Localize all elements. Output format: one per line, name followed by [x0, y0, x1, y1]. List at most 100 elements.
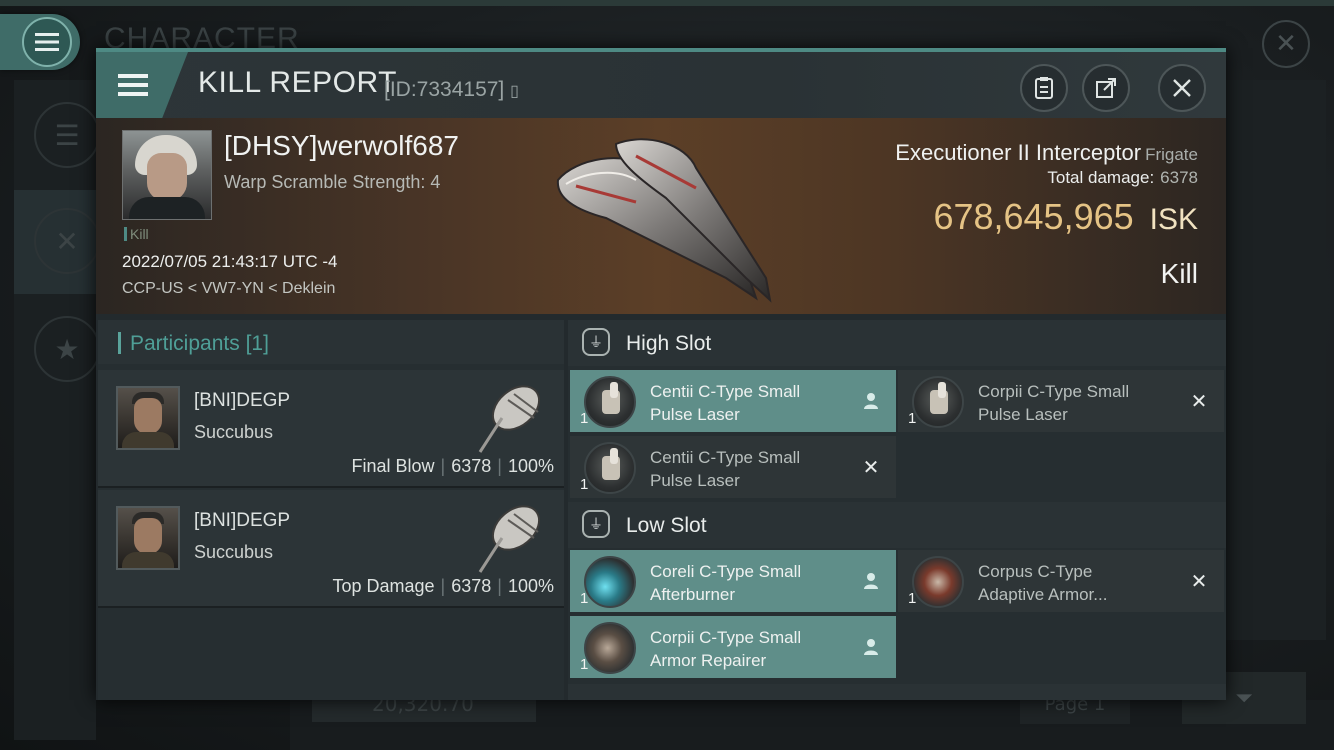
stat-separator: | [440, 456, 446, 476]
participant-row[interactable]: [BNI]DEGP Succubus Final Blow | 6378 | 100% [98, 370, 564, 488]
clipboard-button[interactable] [1020, 64, 1068, 112]
clipboard-icon [1035, 77, 1053, 99]
module-name-line2: Armor Repairer [650, 651, 767, 670]
background-combat-icon[interactable]: ✕ [34, 208, 100, 274]
result-label: Kill [1160, 258, 1198, 289]
pulse-laser-icon [584, 442, 636, 494]
background-sidebar [14, 80, 96, 740]
module-name: Corpii C-Type Small Armor Repairer [650, 626, 850, 672]
participant-percent: 100% [507, 456, 554, 476]
pulse-laser-icon [912, 376, 964, 428]
module-item[interactable]: 1 Corpus C-Type Adaptive Armor... ✕ [898, 550, 1224, 612]
low-slot-title: Low Slot [626, 514, 707, 537]
participant-name[interactable]: [BNI]DEGP [194, 390, 290, 412]
kill-report-id-text: [ID:7334157] [384, 78, 505, 101]
close-button[interactable] [1158, 64, 1206, 112]
close-icon [1173, 79, 1191, 97]
adaptive-armor-icon [912, 556, 964, 608]
module-item[interactable]: 1 Coreli C-Type Small Afterburner [570, 550, 896, 612]
module-name-line2: Pulse Laser [978, 405, 1068, 424]
module-name: Centii C-Type Small Pulse Laser [650, 446, 850, 492]
participants-header-bar [118, 332, 121, 354]
share-icon [1096, 78, 1116, 98]
victim-banner: [DHSY]werwolf687 Warp Scramble Strength:… [96, 118, 1226, 314]
participant-stats: Top Damage | 6378 | 100% [332, 576, 554, 597]
participant-ship-image[interactable] [468, 374, 552, 458]
module-name: Corpus C-Type Adaptive Armor... [978, 560, 1178, 606]
ship-name-text: Executioner II Interceptor [895, 140, 1142, 165]
participant-percent: 100% [507, 576, 554, 596]
participant-name[interactable]: [BNI]DEGP [194, 510, 290, 532]
participant-ship-image[interactable] [468, 494, 552, 578]
module-name: Centii C-Type Small Pulse Laser [650, 380, 850, 426]
low-slot-icon: ⏚ [582, 510, 610, 538]
high-slot-header: ⏚ High Slot [568, 320, 1226, 366]
destroyed-x-icon: ✕ [1190, 389, 1208, 413]
window-header: KILL REPORT [ID:7334157] ▯ [96, 52, 1226, 118]
kill-location[interactable]: CCP-US < VW7-YN < Deklein [122, 280, 335, 298]
high-slot-title: High Slot [626, 332, 712, 355]
pulse-laser-icon [584, 376, 636, 428]
fitting-panel: ⏚ High Slot 1 Centii C-Type Small Pulse … [568, 320, 1226, 700]
participant-row[interactable]: [BNI]DEGP Succubus Top Damage | 6378 | 100% [98, 490, 564, 608]
module-item[interactable]: 1 Corpii C-Type Small Pulse Laser ✕ [898, 370, 1224, 432]
participant-role: Final Blow [351, 456, 435, 476]
isk-amount: 678,645,965 [933, 196, 1134, 237]
module-quantity: 1 [580, 410, 589, 427]
ship-class-text: Frigate [1145, 145, 1198, 164]
module-quantity: 1 [580, 476, 589, 493]
participant-role: Top Damage [332, 576, 435, 596]
participants-panel: Participants [1] [BNI]DEGP Succubus Fina… [98, 320, 564, 700]
high-slot-icon: ⏚ [582, 328, 610, 356]
dropped-person-icon [860, 570, 882, 592]
background-close-icon[interactable]: ✕ [1262, 20, 1310, 68]
module-name-line1: Corpii C-Type Small [978, 382, 1130, 401]
module-name-line1: Centii C-Type Small [650, 448, 801, 467]
stat-separator: | [497, 456, 502, 476]
module-item[interactable]: 1 Corpii C-Type Small Armor Repairer [570, 616, 896, 678]
victim-portrait[interactable] [122, 130, 212, 220]
destroyed-x-icon: ✕ [862, 455, 880, 479]
background-right-panel [1226, 80, 1326, 640]
module-item[interactable]: 1 Centii C-Type Small Pulse Laser [570, 370, 896, 432]
dropped-person-icon [860, 636, 882, 658]
victim-ship-name[interactable]: Executioner II Interceptor Frigate [895, 140, 1198, 166]
isk-unit: ISK [1149, 203, 1198, 236]
total-damage-label: Total damage: [1047, 168, 1155, 187]
background-list-icon[interactable]: ☰ [34, 102, 100, 168]
module-name-line2: Afterburner [650, 585, 736, 604]
main-menu-icon [22, 17, 72, 67]
window-title: KILL REPORT [198, 66, 397, 99]
module-item[interactable]: 1 Centii C-Type Small Pulse Laser ✕ [570, 436, 896, 498]
participants-title-text: Participants [130, 332, 240, 355]
destroyed-x-icon: ✕ [1190, 569, 1208, 593]
module-quantity: 1 [580, 656, 589, 673]
kill-tag-text: Kill [130, 226, 149, 242]
kill-report-id[interactable]: [ID:7334157] ▯ [384, 78, 519, 102]
module-quantity: 1 [908, 590, 917, 607]
kill-timestamp: 2022/07/05 21:43:17 UTC -4 [122, 252, 338, 271]
low-slot-header: ⏚ Low Slot [568, 502, 1226, 548]
kill-report-window: KILL REPORT [ID:7334157] ▯ [DHSY]werwolf… [96, 48, 1226, 700]
victim-subtitle: Warp Scramble Strength: 4 [224, 172, 441, 192]
main-menu-button[interactable] [0, 14, 80, 70]
participant-portrait[interactable] [116, 506, 180, 570]
background-star-icon[interactable]: ★ [34, 316, 100, 382]
afterburner-icon [584, 556, 636, 608]
menu-icon [118, 74, 148, 96]
participant-damage: 6378 [451, 456, 492, 476]
share-button[interactable] [1082, 64, 1130, 112]
module-quantity: 1 [908, 410, 917, 427]
participant-ship: Succubus [194, 422, 274, 442]
module-quantity: 1 [580, 590, 589, 607]
module-name-line2: Adaptive Armor... [978, 585, 1108, 604]
module-name: Corpii C-Type Small Pulse Laser [978, 380, 1178, 426]
copy-icon[interactable]: ▯ [510, 83, 519, 100]
screen: ☰ ✕ ★ CHARACTER ✕ 20,320.70 Page 1 ⏷ KIL… [0, 0, 1334, 750]
window-menu-button[interactable] [96, 52, 188, 118]
victim-ship-image[interactable] [546, 128, 776, 308]
total-damage: Total damage: 6378 [1047, 168, 1198, 188]
participant-stats: Final Blow | 6378 | 100% [352, 456, 555, 477]
participant-portrait[interactable] [116, 386, 180, 450]
victim-name[interactable]: [DHSY]werwolf687 [224, 130, 459, 162]
